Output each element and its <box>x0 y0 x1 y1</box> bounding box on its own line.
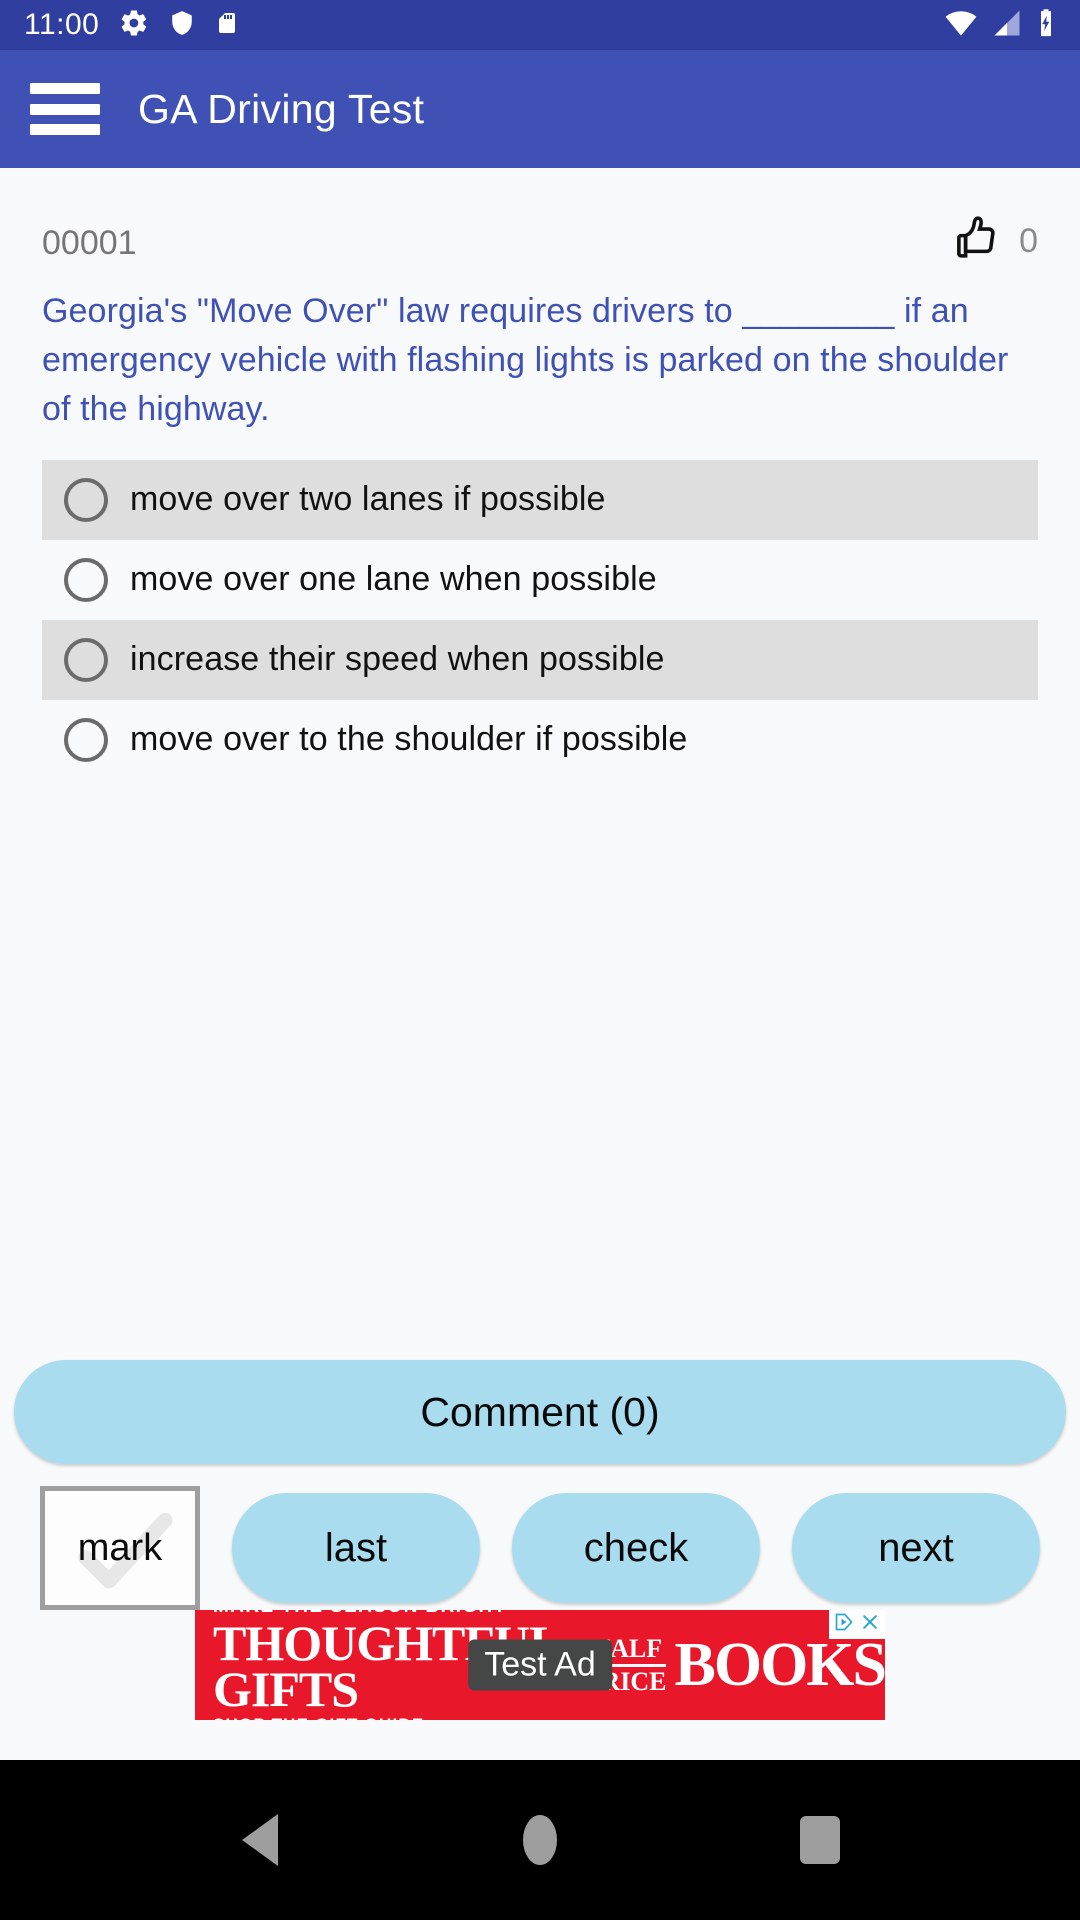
back-triangle-icon <box>242 1814 278 1866</box>
answer-options: move over two lanes if possible move ove… <box>42 459 1038 780</box>
nav-back-button[interactable] <box>205 1785 315 1895</box>
radio-button[interactable] <box>64 717 108 762</box>
radio-button[interactable] <box>64 637 108 682</box>
ad-subline: SHOP THE GIFT GUIDE > <box>213 1715 576 1721</box>
page-title: GA Driving Test <box>138 85 425 132</box>
answer-option-label: increase their speed when possible <box>130 640 665 679</box>
bottom-controls: Comment (0) mark last check next <box>0 1360 1080 1610</box>
ad-banner[interactable]: MAKE THE SEASON BRIGHT THOUGHTFUL GIFTS … <box>195 1610 885 1720</box>
app-screen: 11:00 GA Driving Test 00001 0 Georgia's … <box>0 0 1080 1920</box>
status-bar-right <box>944 8 1056 43</box>
answer-option-4[interactable]: move over to the shoulder if possible <box>42 700 1038 780</box>
ad-brand-name: BOOKS <box>674 1631 885 1699</box>
last-button[interactable]: last <box>232 1493 480 1603</box>
answer-option-1[interactable]: move over two lanes if possible <box>42 459 1038 540</box>
check-button-label: check <box>583 1525 689 1570</box>
ad-test-badge: Test Ad <box>468 1639 612 1691</box>
shield-icon <box>169 8 195 43</box>
status-bar: 11:00 <box>0 0 1080 50</box>
ad-brand: HALF PRICE BOOKS <box>585 1631 885 1699</box>
answer-option-label: move over one lane when possible <box>130 560 657 599</box>
radio-button[interactable] <box>64 477 108 522</box>
recent-apps-square-icon <box>800 1816 840 1864</box>
like-count: 0 <box>1019 222 1038 260</box>
home-circle-icon <box>523 1815 557 1865</box>
adchoices-icon[interactable] <box>833 1612 855 1637</box>
next-button-label: next <box>878 1525 954 1570</box>
sd-card-icon <box>215 8 239 43</box>
app-bar: GA Driving Test <box>0 50 1080 168</box>
ad-controls <box>829 1610 885 1639</box>
android-nav-bar <box>0 1760 1080 1920</box>
like-control[interactable]: 0 <box>949 212 1038 271</box>
question-text: Georgia's "Move Over" law requires drive… <box>42 292 1009 428</box>
answer-option-label: move over to the shoulder if possible <box>130 720 688 759</box>
status-bar-left: 11:00 <box>24 8 239 43</box>
last-button-label: last <box>324 1525 388 1570</box>
battery-charging-icon <box>1036 8 1056 43</box>
nav-recent-button[interactable] <box>765 1785 875 1895</box>
check-button[interactable]: check <box>512 1493 760 1603</box>
radio-button[interactable] <box>64 557 108 602</box>
question-header: 00001 0 <box>42 168 1038 271</box>
mark-button[interactable]: mark <box>40 1486 200 1610</box>
comment-button-label: Comment (0) <box>420 1388 660 1435</box>
cell-signal-icon <box>992 9 1022 42</box>
answer-option-3[interactable]: increase their speed when possible <box>42 619 1038 700</box>
hamburger-menu-icon[interactable] <box>30 83 100 135</box>
action-button-row: mark last check next <box>0 1464 1080 1610</box>
thumbs-up-icon[interactable] <box>949 212 1007 271</box>
status-clock: 11:00 <box>24 8 100 41</box>
mark-button-label: mark <box>77 1526 163 1569</box>
question-id: 00001 <box>42 224 137 262</box>
ad-zone: MAKE THE SEASON BRIGHT THOUGHTFUL GIFTS … <box>0 1610 1080 1760</box>
gear-icon <box>119 8 149 43</box>
answer-option-label: move over two lanes if possible <box>130 480 606 519</box>
wifi-icon <box>944 9 978 42</box>
next-button[interactable]: next <box>792 1493 1040 1603</box>
nav-home-button[interactable] <box>485 1785 595 1895</box>
comment-button[interactable]: Comment (0) <box>14 1360 1066 1464</box>
answer-option-2[interactable]: move over one lane when possible <box>42 540 1038 620</box>
close-icon[interactable] <box>859 1612 881 1637</box>
